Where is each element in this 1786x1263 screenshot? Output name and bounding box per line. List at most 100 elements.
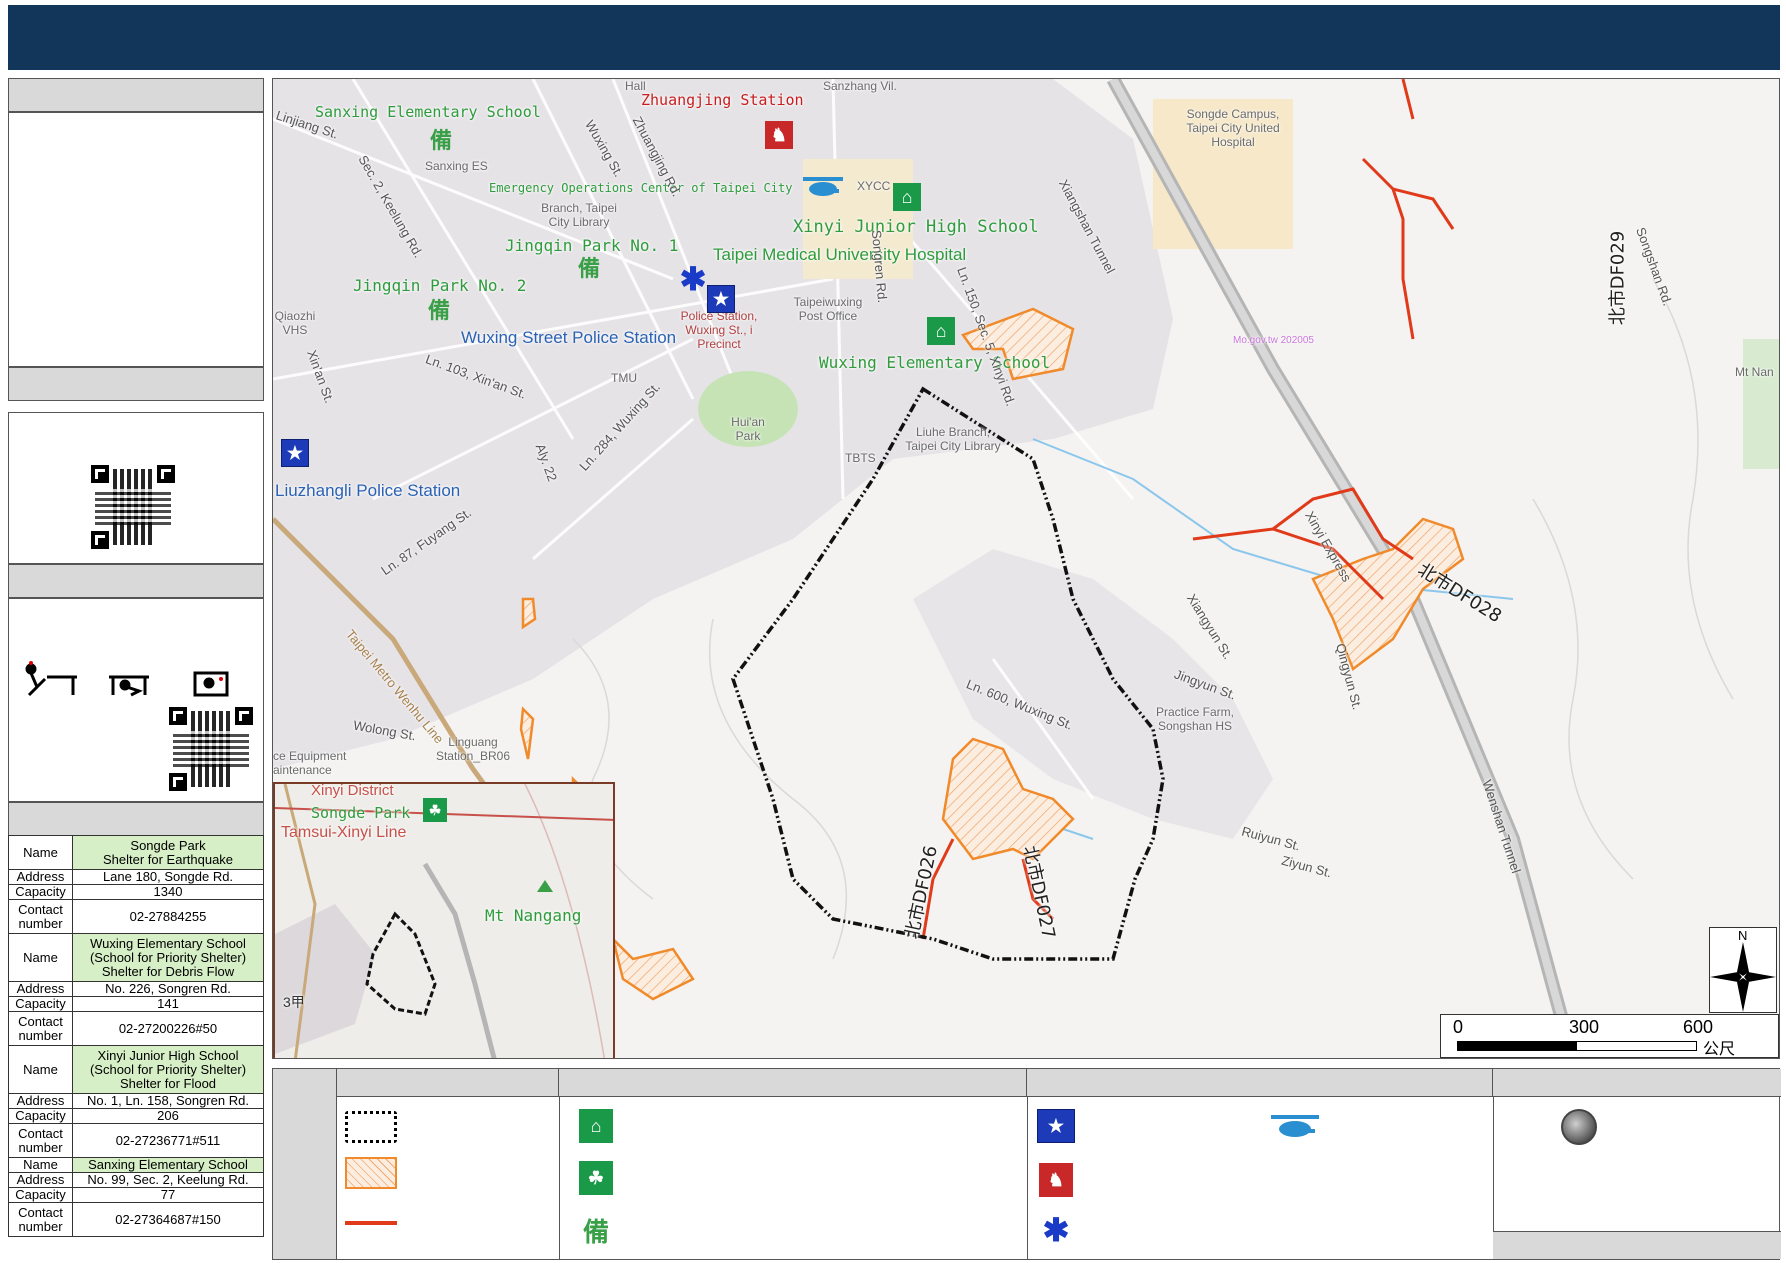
police-icon[interactable]: ★ xyxy=(707,285,735,313)
base-label: Hall xyxy=(625,79,646,93)
inset-label-tamsui-xinyi: Tamsui-Xinyi Line xyxy=(281,824,407,841)
qr-code-2-icon[interactable] xyxy=(169,707,253,791)
road-label: Mo.gov.tw 202005 xyxy=(1233,335,1314,346)
shelter-capacity: 141 xyxy=(72,996,264,1012)
sidebar-panel-drop-cover xyxy=(8,598,264,802)
address-label: Address xyxy=(8,981,73,997)
label-zhuangjing-station: Zhuangjing Station xyxy=(641,91,804,109)
medical-icon: ✱ xyxy=(1042,1212,1070,1248)
legend-footer-cell xyxy=(1493,1231,1781,1259)
shelter-capacity: 206 xyxy=(72,1108,264,1124)
legend-header-2 xyxy=(559,1069,1027,1097)
base-label: Hui'an Park xyxy=(731,415,765,443)
park-shelter-icon: ☘ xyxy=(579,1161,613,1195)
base-label: Mt Nan xyxy=(1735,365,1774,379)
police-icon: ★ xyxy=(1037,1109,1075,1143)
sidebar-header-4 xyxy=(8,802,264,836)
reserve-shelter-icon: 備 xyxy=(582,1217,609,1248)
scale-tick-0: 0 xyxy=(1453,1017,1464,1037)
map-legend: ⌂ ☘ 備 ★ ♞ ✱ xyxy=(272,1068,1781,1260)
label-eoc: Emergency Operations Center of Taipei Ci… xyxy=(489,181,793,195)
address-label: Address xyxy=(8,1172,73,1188)
shelter-address: Lane 180, Songde Rd. xyxy=(72,869,264,885)
qr-code-icon[interactable] xyxy=(91,465,175,549)
base-label: Qiaozhi VHS xyxy=(274,309,316,337)
scale-bar: 0 300 600 公尺 xyxy=(1440,1014,1779,1058)
helicopter-icon[interactable] xyxy=(803,175,843,199)
fire-station-icon: ♞ xyxy=(1039,1163,1073,1197)
shelter-contact: 02-27236771#511 xyxy=(72,1123,264,1158)
reserve-shelter-icon[interactable]: 備 xyxy=(575,253,603,282)
reserve-shelter-icon[interactable]: 備 xyxy=(427,125,455,154)
shelter-address: No. 99, Sec. 2, Keelung Rd. xyxy=(72,1172,264,1188)
shelter-contact: 02-27200226#50 xyxy=(72,1011,264,1046)
debris-label-df029: 北市DF029 xyxy=(1607,230,1629,326)
scale-unit: 公尺 xyxy=(1703,1041,1736,1058)
inset-label-songde-park: Songde Park xyxy=(311,804,411,822)
shelter-name: Songde Park Shelter for Earthquake xyxy=(72,835,264,870)
shelter-address: No. 1, Ln. 158, Songren Rd. xyxy=(72,1093,264,1109)
shelter-icon[interactable]: ⌂ xyxy=(927,317,955,345)
base-label: Sanzhang Vil. xyxy=(823,79,897,93)
capacity-label: Capacity xyxy=(8,1187,73,1203)
base-label: Branch, Taipei City Library xyxy=(541,201,617,229)
label-wuxing-es: Wuxing Elementary School xyxy=(819,353,1051,372)
base-label: Practice Farm, Songshan HS xyxy=(1155,705,1234,733)
shelter-contact: 02-27364687#150 xyxy=(72,1202,264,1237)
base-label: Linguang Station_BR06 xyxy=(435,735,511,763)
shelter-address: No. 226, Songren Rd. xyxy=(72,981,264,997)
shelter-table: Name Songde Park Shelter for Earthquake A… xyxy=(8,835,264,1237)
shelter-icon[interactable]: ⌂ xyxy=(893,183,921,211)
name-label: Name xyxy=(8,1157,73,1173)
legend-side-header xyxy=(273,1069,337,1259)
shelter-name: Wuxing Elementary School (School for Pri… xyxy=(72,933,264,982)
name-label: Name xyxy=(8,835,73,870)
helicopter-icon xyxy=(1271,1115,1319,1137)
medical-icon[interactable]: ✱ xyxy=(679,261,707,297)
inset-label-route: 3甲 xyxy=(283,994,305,1010)
police-icon[interactable]: ★ xyxy=(281,439,309,467)
base-label: XYCC xyxy=(857,179,891,193)
inset-label-xinyi-district: Xinyi District xyxy=(311,782,394,799)
name-label: Name xyxy=(8,933,73,982)
address-label: Address xyxy=(8,1093,73,1109)
contact-label: Contact number xyxy=(8,1011,73,1046)
shelter-capacity: 77 xyxy=(72,1187,264,1203)
hazard-map[interactable]: Sanxing Elementary School Zhuangjing Sta… xyxy=(272,78,1780,1059)
shelter-icon: ⌂ xyxy=(579,1109,613,1143)
inset-label-mt-nangang: Mt Nangang xyxy=(485,906,582,925)
sidebar-panel-intro xyxy=(8,112,264,367)
shelter-name: Xinyi Junior High School (School for Pri… xyxy=(72,1045,264,1094)
compass-icon xyxy=(1710,942,1776,1012)
contact-label: Contact number xyxy=(8,899,73,934)
legend-header-4 xyxy=(1493,1069,1781,1097)
base-label: Liuhe Branch, Taipei City Library xyxy=(905,425,1001,453)
title-banner xyxy=(8,5,1780,70)
capacity-label: Capacity xyxy=(8,996,73,1012)
address-label: Address xyxy=(8,869,73,885)
base-label: Taipeiwuxing Post Office xyxy=(793,295,863,323)
label-tmu-hospital: Taipei Medical University Hospital xyxy=(713,245,967,264)
base-label: Police Station, Wuxing St., i Precinct xyxy=(680,309,758,351)
north-label: N xyxy=(1738,928,1748,943)
contact-label: Contact number xyxy=(8,1123,73,1158)
debris-stream-line-icon xyxy=(345,1221,397,1225)
capacity-label: Capacity xyxy=(8,1108,73,1124)
sidebar-panel-qr xyxy=(8,412,264,564)
reserve-shelter-icon[interactable]: 備 xyxy=(425,295,453,324)
debris-area-hatch-icon xyxy=(345,1157,397,1189)
base-label: Sanxing ES xyxy=(425,159,488,173)
park-shelter-icon[interactable]: ☘ xyxy=(423,798,447,822)
inset-map[interactable]: Xinyi District Songde Park ☘ Tamsui-Xiny… xyxy=(273,782,615,1058)
boundary-dotted-icon xyxy=(345,1111,397,1143)
capacity-label: Capacity xyxy=(8,884,73,900)
shelter-capacity: 1340 xyxy=(72,884,264,900)
hydrant-icon xyxy=(1561,1109,1597,1145)
base-label: Songde Campus, Taipei City United Hospit… xyxy=(1186,107,1280,149)
fire-station-icon[interactable]: ♞ xyxy=(765,121,793,149)
sidebar-header-2 xyxy=(8,367,264,401)
shelter-contact: 02-27884255 xyxy=(72,899,264,934)
contact-label: Contact number xyxy=(8,1202,73,1237)
sidebar-header-3 xyxy=(8,564,264,598)
sidebar-header-1 xyxy=(8,78,264,112)
